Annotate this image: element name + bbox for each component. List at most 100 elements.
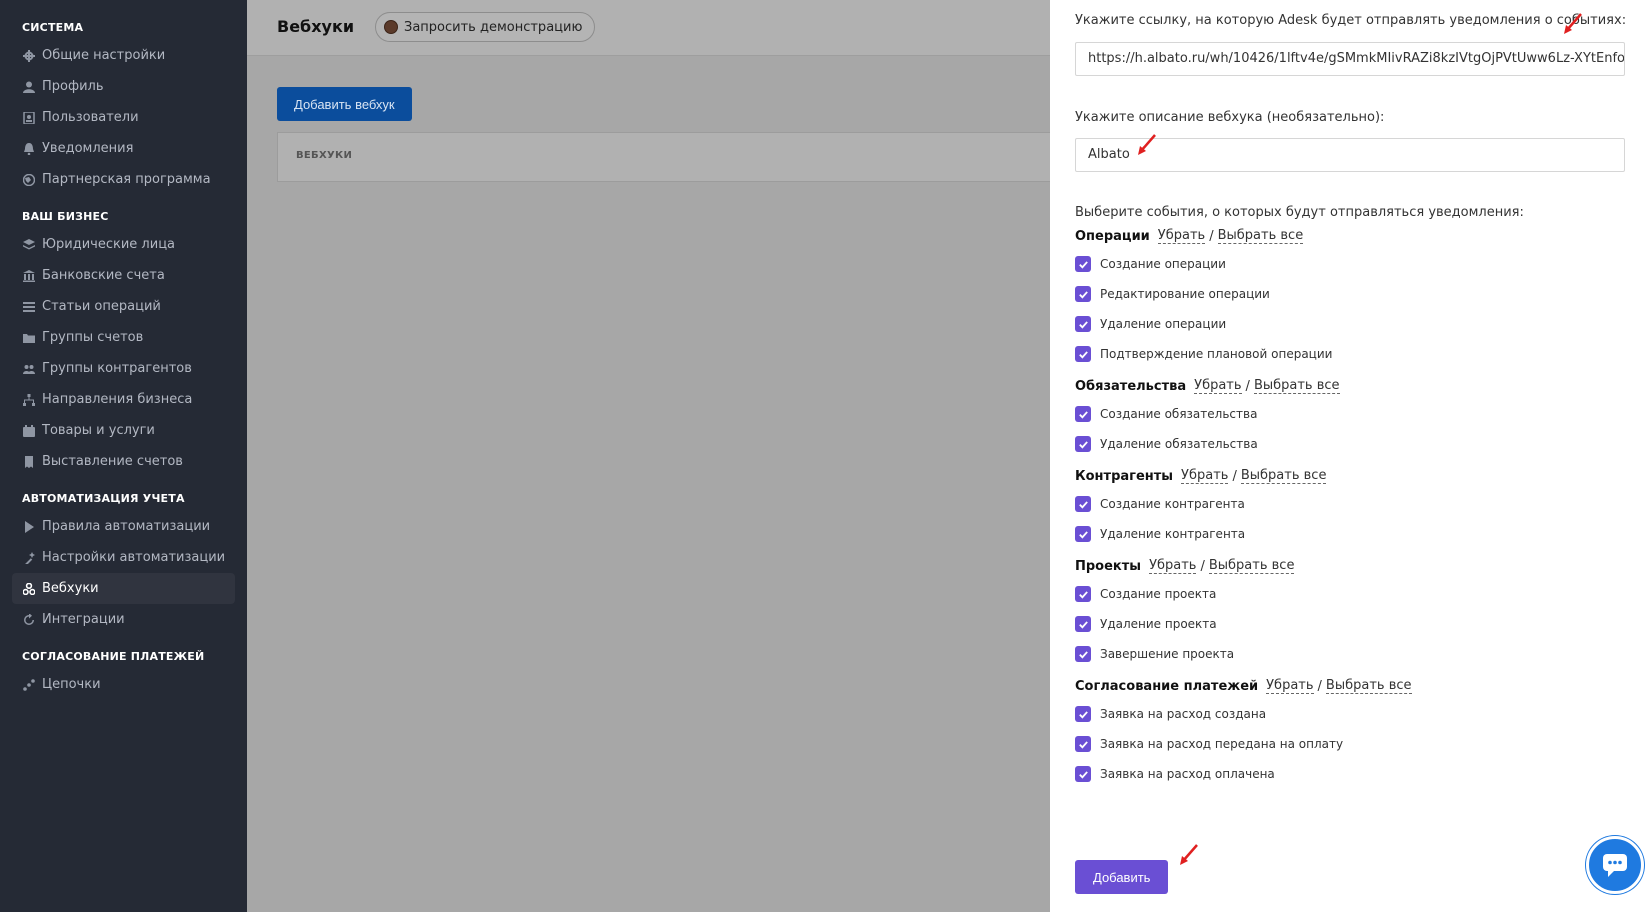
annotation-arrow-icon	[1561, 12, 1585, 40]
sidebar-item-label: Вебхуки	[42, 581, 99, 596]
select-all-link[interactable]: Выбрать все	[1325, 678, 1412, 694]
sitemap-icon	[22, 393, 36, 407]
sidebar-section-title: АВТОМАТИЗАЦИЯ УЧЕТА	[22, 492, 185, 505]
event-checkbox-row[interactable]: Удаление обязательства	[1075, 436, 1258, 452]
checkbox-checked[interactable]	[1075, 406, 1091, 422]
remove-all-link[interactable]: Убрать	[1266, 678, 1314, 694]
sidebar-item[interactable]: Пользователи	[12, 102, 235, 133]
calendar-icon	[22, 424, 36, 438]
checkbox-checked[interactable]	[1075, 286, 1091, 302]
sidebar-item-label: Настройки автоматизации	[42, 550, 226, 565]
refresh-icon	[22, 613, 36, 627]
event-checkbox-row[interactable]: Завершение проекта	[1075, 646, 1234, 662]
event-checkbox-row[interactable]: Создание обязательства	[1075, 406, 1257, 422]
event-checkbox-row[interactable]: Редактирование операции	[1075, 286, 1270, 302]
sidebar-item-label: Цепочки	[42, 677, 101, 692]
add-webhook-button[interactable]: Добавить вебхук	[277, 87, 412, 121]
event-checkbox-row[interactable]: Заявка на расход создана	[1075, 706, 1266, 722]
url-input[interactable]: https://h.albato.ru/wh/10426/1lftv4e/gSM…	[1075, 42, 1625, 76]
sidebar-item[interactable]: Правила автоматизации	[12, 511, 235, 542]
checkbox-checked[interactable]	[1075, 706, 1091, 722]
sidebar-item[interactable]: Статьи операций	[12, 291, 235, 322]
bell-icon	[22, 142, 36, 156]
event-label: Заявка на расход оплачена	[1100, 767, 1275, 781]
select-all-link[interactable]: Выбрать все	[1253, 378, 1340, 394]
remove-all-link[interactable]: Убрать	[1157, 228, 1206, 244]
event-checkbox-row[interactable]: Удаление контрагента	[1075, 526, 1245, 542]
sidebar-item[interactable]: Настройки автоматизации	[12, 542, 235, 573]
sidebar-item[interactable]: Группы контрагентов	[12, 353, 235, 384]
webhook-form-panel: Укажите ссылку, на которую Adesk будет о…	[1050, 0, 1646, 912]
sidebar-item[interactable]: Выставление счетов	[12, 446, 235, 477]
sidebar-item[interactable]: Партнерская программа	[12, 164, 235, 195]
event-label: Удаление проекта	[1100, 617, 1217, 631]
sidebar-item-label: Группы счетов	[42, 330, 144, 345]
annotation-arrow-icon	[1177, 843, 1201, 871]
folder-icon	[22, 331, 36, 345]
checkbox-checked[interactable]	[1075, 316, 1091, 332]
sidebar-item[interactable]: Товары и услуги	[12, 415, 235, 446]
checkbox-checked[interactable]	[1075, 436, 1091, 452]
event-checkbox-row[interactable]: Заявка на расход передана на оплату	[1075, 736, 1343, 752]
request-demo-label: Запросить демонстрацию	[404, 19, 583, 35]
checkbox-checked[interactable]	[1075, 496, 1091, 512]
sidebar-item-label: Правила автоматизации	[42, 519, 211, 534]
sidebar-item[interactable]: Банковские счета	[12, 260, 235, 291]
link-separator: /	[1200, 558, 1205, 574]
sidebar-item[interactable]: Уведомления	[12, 133, 235, 164]
sidebar-item[interactable]: Юридические лица	[12, 229, 235, 260]
event-checkbox-row[interactable]: Удаление операции	[1075, 316, 1226, 332]
sidebar-item[interactable]: Профиль	[12, 71, 235, 102]
checkbox-checked[interactable]	[1075, 766, 1091, 782]
table-header: ВЕБХУКИ	[296, 150, 353, 161]
sidebar-item[interactable]: Вебхуки	[12, 573, 235, 604]
event-checkbox-row[interactable]: Создание проекта	[1075, 586, 1216, 602]
events-label: Выберите события, о которых будут отправ…	[1075, 205, 1524, 220]
chat-button[interactable]	[1586, 836, 1644, 894]
sidebar-item[interactable]: Цепочки	[12, 669, 235, 700]
sidebar-item[interactable]: Направления бизнеса	[12, 384, 235, 415]
chain-icon	[22, 678, 36, 692]
sidebar-section-title: ВАШ БИЗНЕС	[22, 210, 109, 223]
checkbox-checked[interactable]	[1075, 586, 1091, 602]
list-icon	[22, 300, 36, 314]
checkbox-checked[interactable]	[1075, 616, 1091, 632]
remove-all-link[interactable]: Убрать	[1194, 378, 1242, 394]
sidebar-section-title: СОГЛАСОВАНИЕ ПЛАТЕЖЕЙ	[22, 650, 205, 663]
sidebar-item-label: Направления бизнеса	[42, 392, 193, 407]
people-icon	[22, 362, 36, 376]
checkbox-checked[interactable]	[1075, 346, 1091, 362]
globe-icon	[22, 173, 36, 187]
select-all-link[interactable]: Выбрать все	[1208, 558, 1295, 574]
event-checkbox-row[interactable]: Подтверждение плановой операции	[1075, 346, 1332, 362]
select-all-link[interactable]: Выбрать все	[1240, 468, 1327, 484]
invoice-icon	[22, 455, 36, 469]
checkbox-checked[interactable]	[1075, 256, 1091, 272]
event-group-name: Проекты	[1075, 558, 1142, 574]
webhook-icon	[22, 582, 36, 596]
event-label: Удаление обязательства	[1100, 437, 1258, 451]
event-label: Заявка на расход передана на оплату	[1100, 737, 1344, 751]
remove-all-link[interactable]: Убрать	[1149, 558, 1197, 574]
checkbox-checked[interactable]	[1075, 736, 1091, 752]
event-checkbox-row[interactable]: Заявка на расход оплачена	[1075, 766, 1275, 782]
sidebar-item[interactable]: Интеграции	[12, 604, 235, 635]
link-separator: /	[1209, 228, 1214, 244]
select-all-link[interactable]: Выбрать все	[1217, 228, 1304, 244]
sidebar-item[interactable]: Общие настройки	[12, 40, 235, 71]
users-card-icon	[22, 111, 36, 125]
event-checkbox-row[interactable]: Создание операции	[1075, 256, 1226, 272]
add-button[interactable]: Добавить	[1075, 860, 1169, 894]
event-checkbox-row[interactable]: Удаление проекта	[1075, 616, 1217, 632]
request-demo-button[interactable]: Запросить демонстрацию	[375, 12, 596, 42]
top-bar: Вебхуки Запросить демонстрацию	[247, 0, 1050, 56]
sidebar-item-label: Товары и услуги	[42, 423, 155, 438]
annotation-arrow-icon	[1135, 133, 1159, 161]
page-title: Вебхуки	[277, 17, 355, 36]
checkbox-checked[interactable]	[1075, 526, 1091, 542]
event-checkbox-row[interactable]: Создание контрагента	[1075, 496, 1245, 512]
checkbox-checked[interactable]	[1075, 646, 1091, 662]
sidebar-item[interactable]: Группы счетов	[12, 322, 235, 353]
layers-icon	[22, 238, 36, 252]
remove-all-link[interactable]: Убрать	[1181, 468, 1229, 484]
